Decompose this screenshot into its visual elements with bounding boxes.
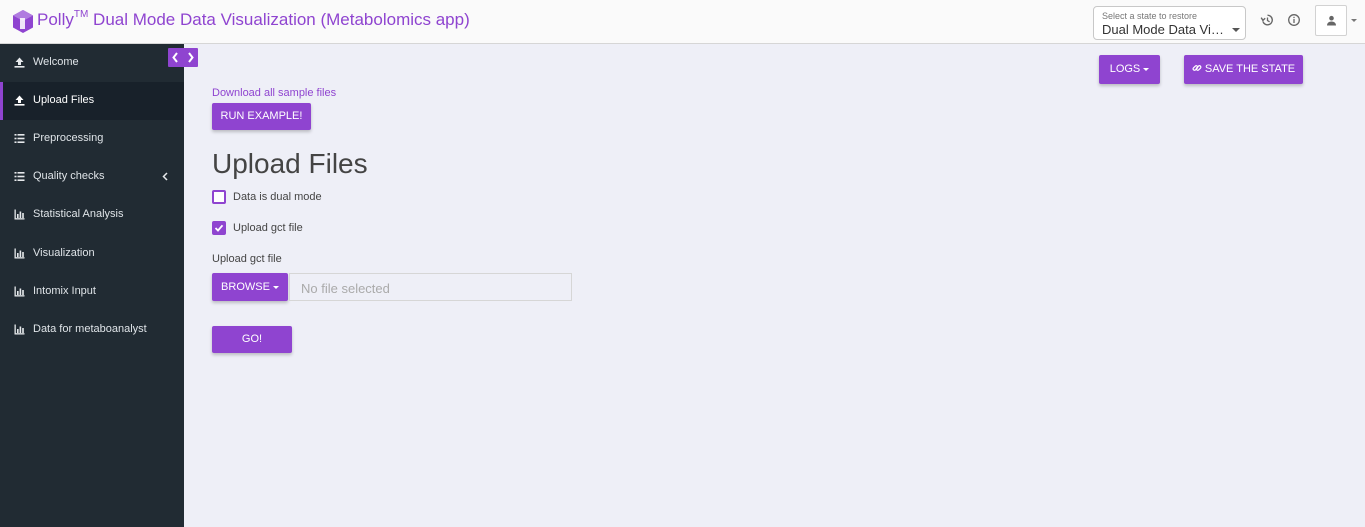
sidebar-toggle-button[interactable] [168,48,198,67]
sidebar-item-label: Preprocessing [33,132,104,144]
app-title: PollyTM Dual Mode Data Visualization (Me… [37,9,470,30]
sidebar-item-welcome[interactable]: Welcome [0,44,184,82]
run-example-label: RUN EXAMPLE! [220,110,303,122]
go-button[interactable]: GO! [212,326,292,353]
list-icon [14,172,25,181]
sidebar: Welcome Upload Files Preprocessing Quali… [0,44,184,527]
browse-button[interactable]: BROWSE [212,273,288,301]
chevron-down-icon [1232,28,1240,32]
download-sample-files-link[interactable]: Download all sample files [212,87,336,99]
sidebar-item-statistical-analysis[interactable]: Statistical Analysis [0,196,184,234]
upload-gct-checkbox[interactable] [212,221,226,235]
save-state-button[interactable]: SAVE THE STATE [1184,55,1303,84]
info-icon[interactable] [1287,13,1301,27]
link-icon [1192,65,1202,71]
bar-chart-icon [14,209,25,220]
go-label: GO! [241,333,263,345]
sidebar-item-label: Data for metaboanalyst [33,323,147,335]
sidebar-item-upload-files[interactable]: Upload Files [0,82,184,120]
state-select-label: Select a state to restore [1102,11,1198,21]
list-icon [14,134,25,143]
upload-gct-field-label: Upload gct file [212,253,282,265]
sidebar-item-label: Intomix Input [33,285,96,297]
logs-label: LOGS [1109,63,1141,75]
sidebar-item-data-for-metaboanalyst[interactable]: Data for metaboanalyst [0,311,184,349]
chevron-down-icon [1143,67,1150,71]
sidebar-item-label: Upload Files [33,94,95,106]
bar-chart-icon [14,286,25,297]
chevron-down-icon[interactable] [1351,19,1357,22]
collapse-expand-icon [172,52,194,63]
upload-icon [14,57,25,68]
browse-label: BROWSE [221,281,270,293]
save-state-label: SAVE THE STATE [1204,63,1296,75]
bar-chart-icon [14,324,25,335]
user-icon [1327,15,1336,26]
upload-icon [14,95,25,106]
polly-logo-icon [13,10,33,33]
app-header: PollyTM Dual Mode Data Visualization (Me… [0,0,1365,44]
upload-gct-label: Upload gct file [233,222,303,234]
trademark: TM [73,9,89,20]
file-path-placeholder: No file selected [301,281,390,296]
sidebar-item-label: Quality checks [33,170,105,182]
dual-mode-checkbox[interactable] [212,190,226,204]
bar-chart-icon [14,248,25,259]
run-example-button[interactable]: RUN EXAMPLE! [212,103,311,130]
sidebar-item-preprocessing[interactable]: Preprocessing [0,120,184,158]
app-name: Polly [37,10,74,29]
user-menu-button[interactable] [1315,5,1347,36]
app-subtitle: Dual Mode Data Visualization (Metabolomi… [93,10,470,29]
page-title: Upload Files [212,148,368,179]
chevron-down-icon [272,285,279,289]
state-select-value: Dual Mode Data Visu... [1102,22,1226,37]
dual-mode-label: Data is dual mode [233,191,322,203]
sidebar-item-visualization[interactable]: Visualization [0,235,184,273]
logs-button[interactable]: LOGS [1099,55,1160,84]
sidebar-item-label: Welcome [33,56,79,68]
state-restore-select[interactable]: Select a state to restore Dual Mode Data… [1093,6,1246,40]
sidebar-item-label: Statistical Analysis [33,208,124,220]
sidebar-item-label: Visualization [33,247,95,259]
checkmark-icon [214,224,224,232]
history-icon[interactable] [1260,13,1274,27]
sidebar-item-quality-checks[interactable]: Quality checks [0,158,184,196]
sidebar-item-intomix-input[interactable]: Intomix Input [0,273,184,311]
chevron-left-icon[interactable] [162,172,168,181]
file-path-input[interactable]: No file selected [289,273,572,301]
